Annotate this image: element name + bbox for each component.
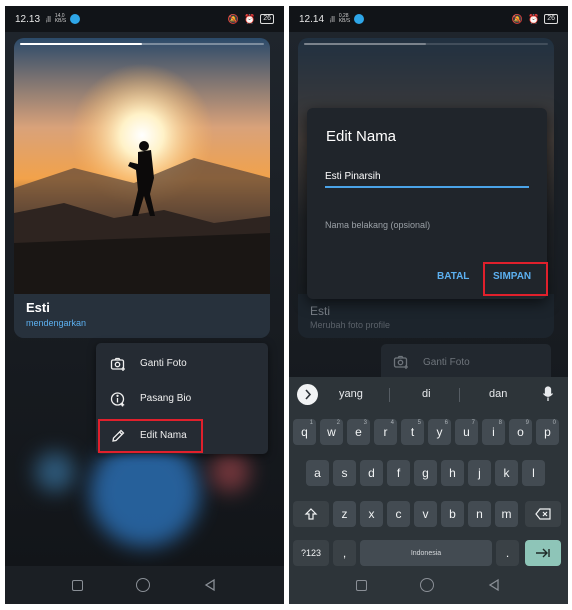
key-u[interactable]: 7u: [455, 419, 478, 445]
cancel-button[interactable]: BATAL: [437, 271, 469, 282]
first-name-input[interactable]: Esti Pinarsih: [325, 168, 529, 188]
key-y[interactable]: 6y: [428, 419, 451, 445]
profile-status-dimmed: Merubah foto profile: [310, 320, 391, 330]
recent-apps-button[interactable]: [355, 579, 367, 591]
left-phone-screen: 12.13 ᵢll 14,0 KB/S 🔕 ⏰ 26 Esti mendenga…: [5, 6, 284, 604]
key-a[interactable]: a: [306, 460, 329, 486]
back-button[interactable]: [203, 578, 217, 592]
key-j[interactable]: j: [468, 460, 491, 486]
key-k[interactable]: k: [495, 460, 518, 486]
shift-key[interactable]: [293, 501, 329, 527]
network-speed: 14,0 KB/S: [54, 13, 67, 24]
key-n[interactable]: n: [468, 501, 491, 527]
info-icon: [110, 391, 125, 406]
signal-indicator: ᵢll: [330, 14, 335, 24]
highlight-save-button: [483, 262, 548, 296]
key-m[interactable]: m: [495, 501, 518, 527]
symbols-key[interactable]: ?123: [293, 540, 329, 566]
battery-indicator: 26: [260, 14, 274, 24]
on-screen-keyboard: yang di dan 1q 2w 3e 4r 5t 6y 7u 8i 9o 0…: [289, 377, 568, 566]
suggestion-1[interactable]: yang: [339, 388, 363, 400]
recent-apps-button[interactable]: [71, 579, 83, 591]
telegram-notification-icon: [70, 14, 81, 24]
photo-progress-fill: [304, 43, 426, 45]
key-s[interactable]: s: [333, 460, 356, 486]
suggestion-3[interactable]: dan: [489, 388, 507, 400]
camera-add-icon: [393, 355, 408, 369]
menu-item-ganti-foto[interactable]: Ganti Foto: [96, 347, 268, 380]
expand-suggestions-button[interactable]: [297, 384, 318, 405]
photo-progress-fill: [20, 43, 142, 45]
key-t[interactable]: 5t: [401, 419, 424, 445]
home-button[interactable]: [135, 578, 150, 592]
key-q[interactable]: 1q: [293, 419, 316, 445]
comma-key[interactable]: ,: [333, 540, 356, 566]
network-speed: 0,28 KB/S: [338, 13, 351, 24]
shift-icon: [304, 508, 318, 520]
menu-item-pasang-bio[interactable]: Pasang Bio: [96, 382, 268, 415]
mute-icon: 🔕: [227, 13, 239, 24]
system-nav-bar: [289, 566, 568, 604]
suggestion-divider: [389, 388, 390, 402]
mute-icon: 🔕: [511, 13, 523, 24]
suggestion-divider: [459, 388, 460, 402]
profile-card[interactable]: Esti mendengarkan: [14, 38, 270, 338]
back-button[interactable]: [487, 578, 501, 592]
key-w[interactable]: 2w: [320, 419, 343, 445]
key-l[interactable]: l: [522, 460, 545, 486]
status-time: 12.14: [299, 13, 325, 25]
key-p[interactable]: 0p: [536, 419, 559, 445]
key-d[interactable]: d: [360, 460, 383, 486]
suggestion-2[interactable]: di: [422, 388, 431, 400]
key-h[interactable]: h: [441, 460, 464, 486]
profile-name: Esti: [26, 300, 50, 315]
key-g[interactable]: g: [414, 460, 437, 486]
profile-info: Esti mendengarkan: [14, 294, 270, 338]
chevron-right-icon: [305, 389, 312, 400]
profile-status: mendengarkan: [26, 318, 87, 328]
key-f[interactable]: f: [387, 460, 410, 486]
telegram-notification-icon: [354, 14, 365, 24]
menu-item-ganti-foto-dimmed: Ganti Foto: [393, 354, 470, 370]
key-r[interactable]: 4r: [374, 419, 397, 445]
photo-progress-bar: [304, 43, 548, 45]
system-nav-bar: [5, 566, 284, 604]
period-key[interactable]: .: [496, 540, 519, 566]
backspace-icon: [535, 508, 551, 520]
profile-name-dimmed: Esti: [310, 304, 331, 318]
right-phone-screen: 12.14 ᵢll 0,28 KB/S 🔕 ⏰ 26 Esti Merubah …: [289, 6, 568, 604]
last-name-input[interactable]: Nama belakang (opsional): [325, 220, 529, 240]
key-x[interactable]: x: [360, 501, 383, 527]
enter-arrow-icon: [536, 548, 550, 558]
alarm-icon: ⏰: [527, 13, 540, 24]
status-bar: 12.14 ᵢll 0,28 KB/S 🔕 ⏰ 26: [289, 6, 568, 32]
dialog-title: Edit Nama: [326, 128, 397, 145]
photo-progress-bar: [20, 43, 264, 45]
status-bar: 12.13 ᵢll 14,0 KB/S 🔕 ⏰ 26: [5, 6, 284, 32]
key-o[interactable]: 9o: [509, 419, 532, 445]
status-time: 12.13: [15, 13, 41, 25]
backspace-key[interactable]: [525, 501, 561, 527]
key-v[interactable]: v: [414, 501, 437, 527]
alarm-icon: ⏰: [243, 13, 256, 24]
key-z[interactable]: z: [333, 501, 356, 527]
enter-key[interactable]: [525, 540, 561, 566]
key-i[interactable]: 8i: [482, 419, 505, 445]
menu-item-label: Pasang Bio: [140, 393, 192, 404]
battery-indicator: 26: [544, 14, 558, 24]
key-b[interactable]: b: [441, 501, 464, 527]
home-button[interactable]: [419, 578, 434, 592]
key-c[interactable]: c: [387, 501, 410, 527]
signal-indicator: ᵢll: [46, 14, 51, 24]
profile-photo[interactable]: [14, 38, 270, 294]
menu-item-label: Ganti Foto: [423, 356, 470, 368]
suggestion-bar: yang di dan: [289, 377, 568, 411]
microphone-icon[interactable]: [542, 386, 554, 402]
space-bar[interactable]: Indonesia: [360, 540, 492, 566]
highlight-edit-nama: [98, 419, 203, 453]
key-e[interactable]: 3e: [347, 419, 370, 445]
camera-add-icon: [110, 357, 125, 371]
menu-item-label: Ganti Foto: [140, 358, 187, 369]
